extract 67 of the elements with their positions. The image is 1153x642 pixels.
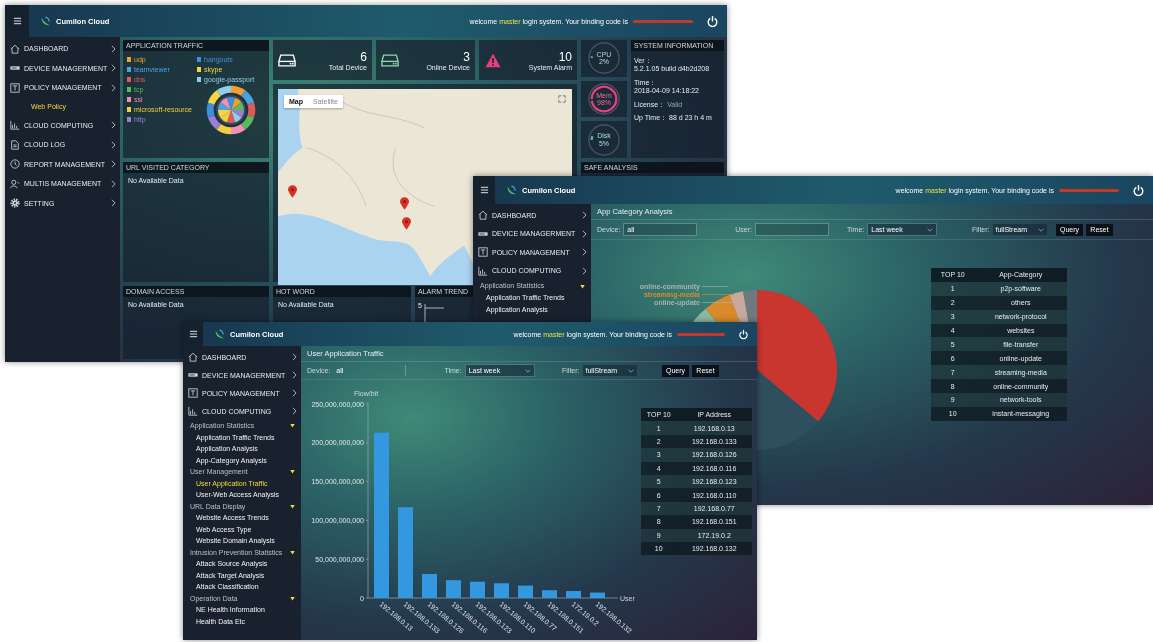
device-icon (188, 370, 198, 380)
log-icon (10, 139, 20, 150)
redacted-code (677, 332, 725, 336)
chevron-icon (111, 179, 116, 188)
report-icon (10, 159, 20, 170)
warning-icon (484, 52, 502, 68)
house-icon (478, 210, 488, 221)
bar (470, 581, 485, 598)
bar (494, 583, 509, 598)
hard-drive-icon (278, 52, 296, 68)
policy-icon (10, 82, 20, 93)
chevron-icon (292, 407, 297, 415)
chevron-down-icon[interactable] (1037, 227, 1044, 232)
chevron-down-icon[interactable] (927, 227, 934, 232)
redacted-code (1059, 188, 1119, 192)
bar (518, 585, 533, 598)
chevron-icon (292, 389, 297, 397)
bar (446, 580, 461, 598)
chevron-down-icon[interactable] (524, 368, 531, 373)
house-icon (10, 43, 20, 54)
bar (542, 590, 557, 598)
menu-icon[interactable] (188, 330, 198, 338)
chevron-icon (111, 199, 116, 208)
policy-icon (478, 247, 488, 258)
chevron-down-icon[interactable] (627, 368, 634, 373)
users-icon (10, 178, 20, 189)
hard-drive-icon (381, 52, 399, 68)
chevron-icon (111, 121, 116, 130)
pin-icon[interactable] (400, 197, 409, 210)
leaf-logo-icon (214, 328, 225, 340)
menu-icon[interactable] (479, 186, 489, 194)
bar (422, 573, 437, 598)
donut-chart-drawing (205, 84, 257, 136)
chart-icon (10, 120, 20, 131)
chevron-icon (111, 140, 116, 149)
chevron-icon (292, 371, 297, 379)
bar (590, 592, 605, 598)
menu-icon[interactable] (12, 17, 22, 25)
stat-value: 3 (463, 49, 470, 64)
input-field[interactable] (754, 223, 829, 236)
chart-icon (478, 265, 488, 276)
power-icon[interactable] (738, 328, 749, 340)
chevron-icon (111, 83, 116, 92)
power-icon[interactable] (1132, 183, 1145, 197)
pin-icon[interactable] (288, 185, 297, 198)
leader-line (701, 302, 741, 303)
power-icon[interactable] (706, 14, 719, 28)
chevron-icon (292, 353, 297, 361)
chevron-icon (111, 64, 117, 73)
menu-button[interactable] (473, 176, 495, 204)
gear-icon (10, 198, 20, 209)
stat-value: 6 (360, 49, 367, 64)
redacted-code (633, 19, 693, 23)
stat-value: 10 (558, 49, 572, 64)
chevron-icon (111, 160, 116, 169)
leaf-logo-icon (40, 15, 51, 27)
leader-line (701, 286, 729, 287)
house-icon (188, 352, 198, 362)
chevron-icon (111, 44, 116, 53)
leaf-logo-icon (506, 184, 517, 196)
policy-icon (188, 388, 198, 398)
menu-button[interactable] (183, 322, 203, 346)
bar (566, 591, 581, 598)
leader-line (701, 294, 735, 295)
pin-icon[interactable] (402, 217, 411, 230)
menu-button[interactable] (5, 5, 29, 37)
chart-icon (188, 406, 198, 416)
